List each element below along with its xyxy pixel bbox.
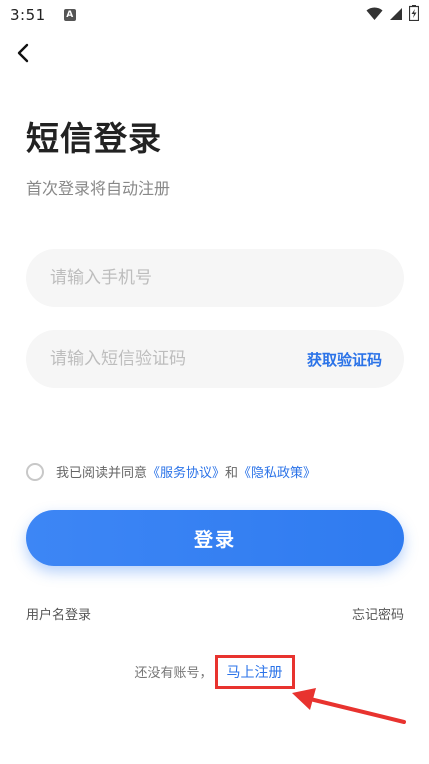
- sms-code-field-container: 获取验证码: [26, 330, 404, 388]
- status-time: 3:51: [10, 6, 46, 24]
- signal-icon: [389, 6, 403, 25]
- phone-input[interactable]: [48, 267, 382, 289]
- agreement-prefix: 我已阅读并同意: [56, 466, 148, 481]
- register-prompt: 还没有账号，: [134, 666, 213, 681]
- username-login-link[interactable]: 用户名登录: [26, 604, 91, 623]
- annotation-arrow-icon: [292, 688, 406, 724]
- phone-field-container: [26, 249, 404, 307]
- agreement-and: 和: [225, 466, 239, 481]
- chevron-left-icon: [16, 43, 30, 67]
- status-bar: 3:51 A: [0, 0, 429, 30]
- status-icons: [366, 5, 420, 25]
- get-code-button[interactable]: 获取验证码: [307, 349, 382, 370]
- forgot-password-link[interactable]: 忘记密码: [352, 604, 404, 623]
- register-link[interactable]: 马上注册: [214, 655, 295, 689]
- sms-code-input[interactable]: [48, 348, 307, 370]
- login-button[interactable]: 登录: [26, 510, 404, 566]
- login-screen: 3:51 A 短信登录 首次登录将自动注册 请输入手机号 请输入短信验证码 获取…: [0, 0, 429, 764]
- page-title: 短信登录: [26, 119, 162, 158]
- notification-icon: A: [63, 9, 76, 21]
- privacy-policy-link[interactable]: 《隐私政策》: [238, 462, 316, 481]
- page-subtitle: 首次登录将自动注册: [26, 179, 171, 198]
- service-agreement-link[interactable]: 《服务协议》: [147, 462, 225, 481]
- wifi-icon: [366, 6, 383, 25]
- agreement-row: 我已阅读并同意 《服务协议》 和 《隐私政策》: [26, 462, 316, 481]
- battery-charging-icon: [408, 5, 420, 25]
- back-button[interactable]: [10, 42, 36, 68]
- agreement-checkbox[interactable]: [26, 462, 44, 481]
